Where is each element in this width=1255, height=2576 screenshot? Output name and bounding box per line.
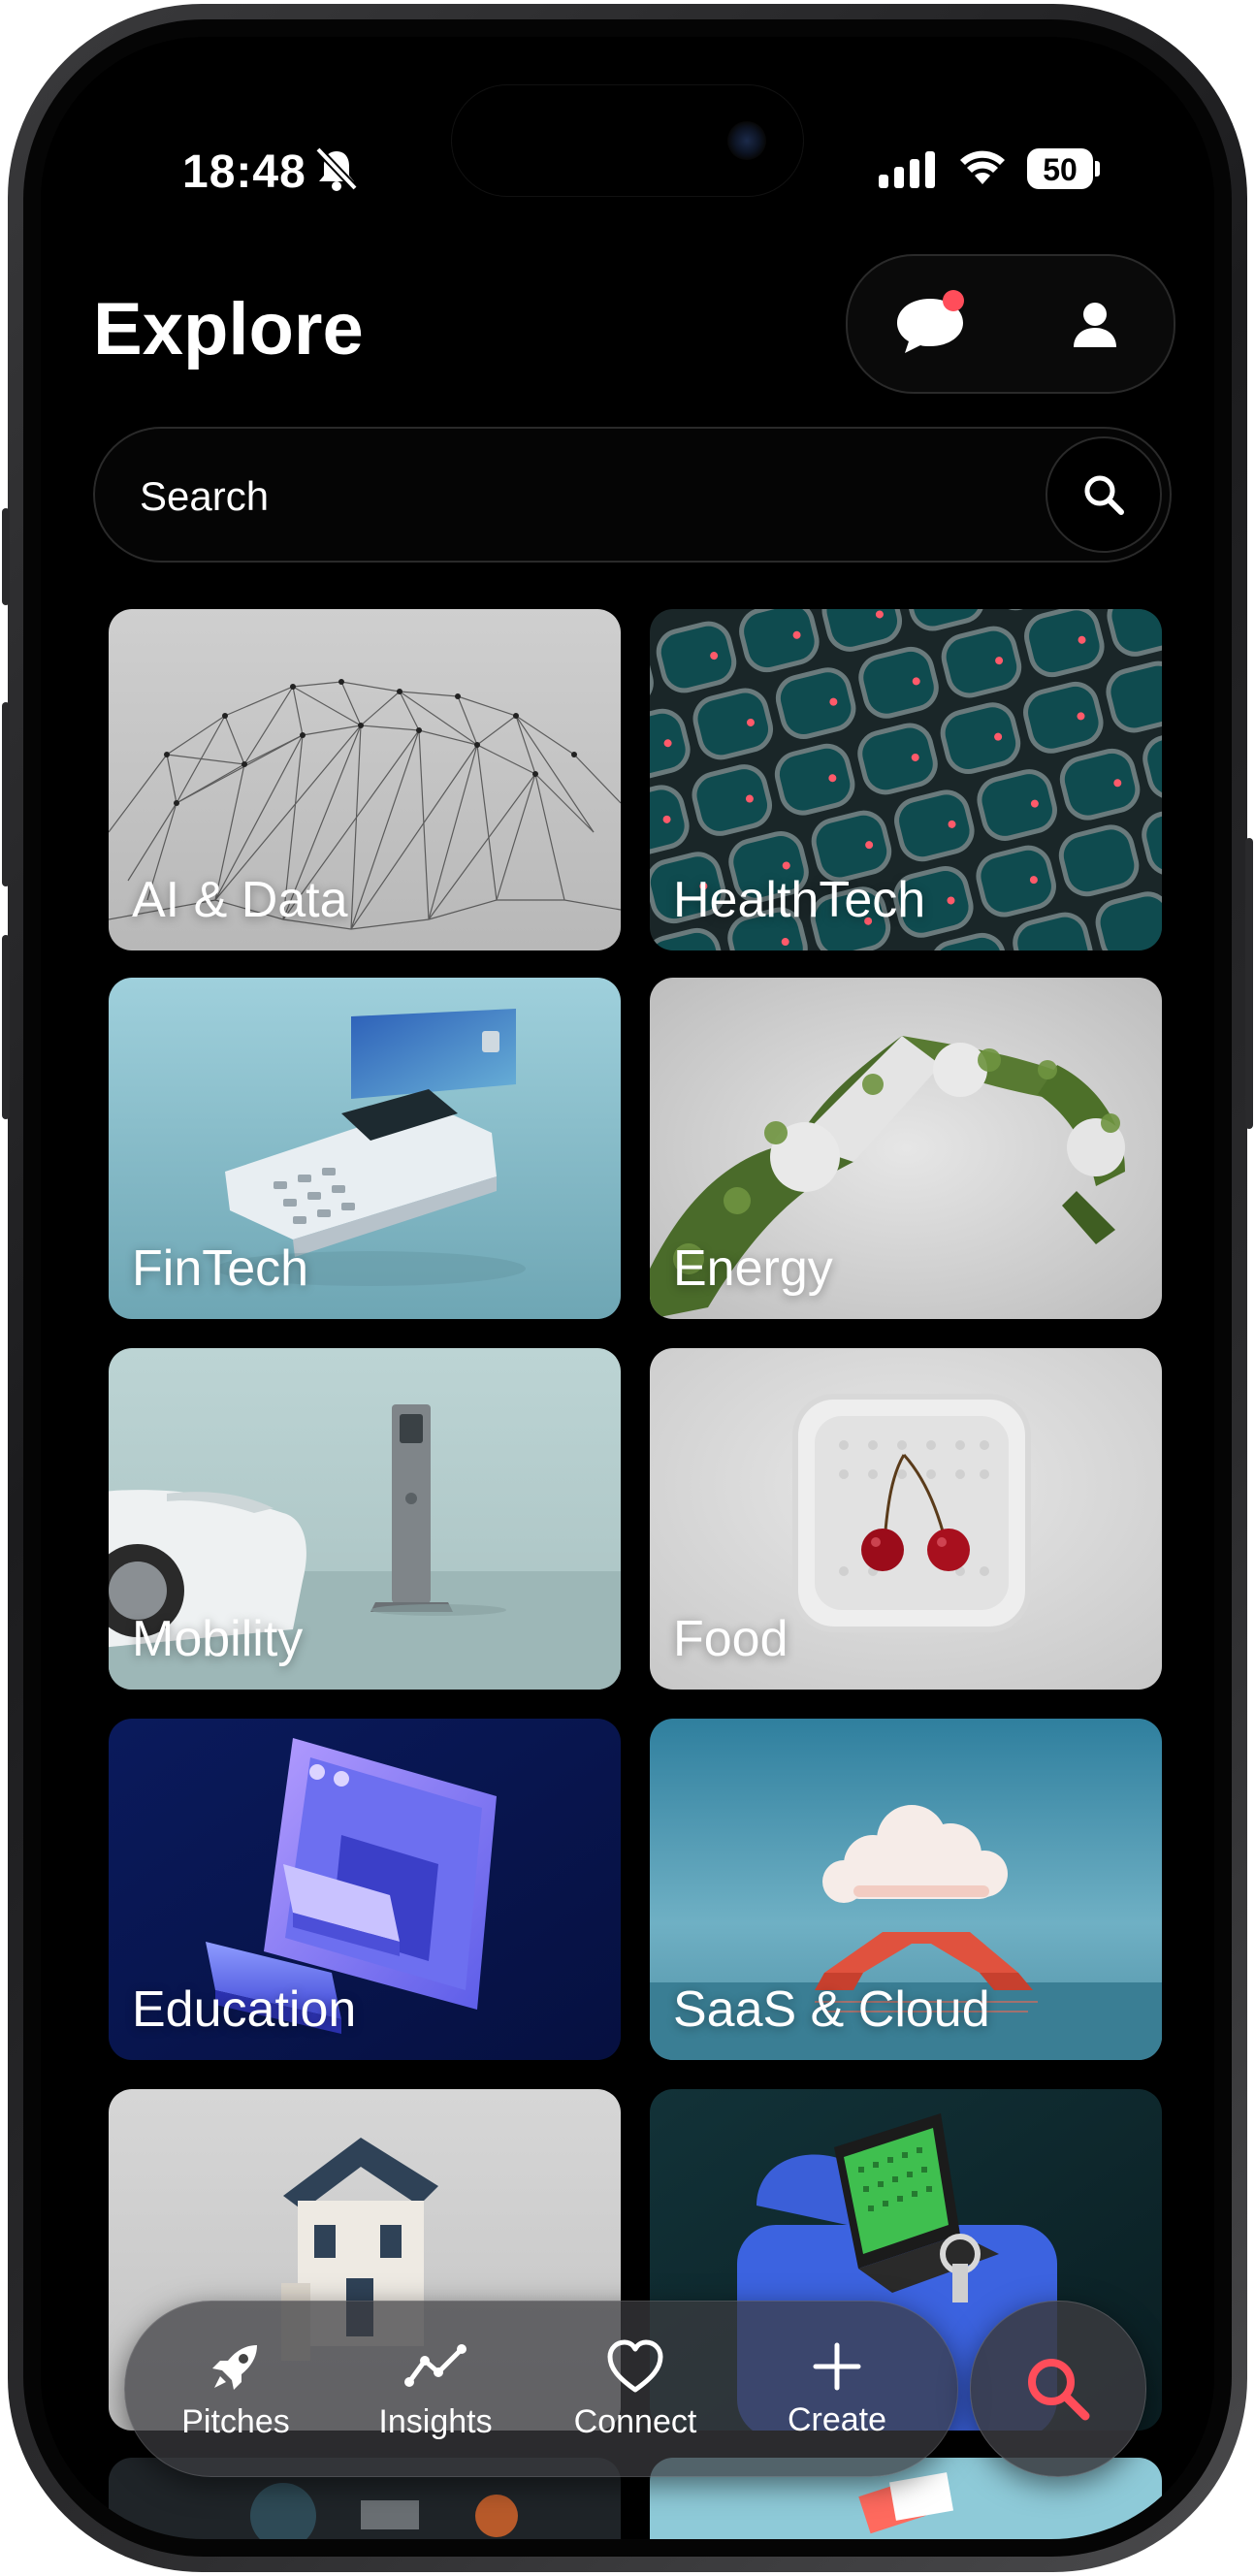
category-label: Mobility bbox=[132, 1611, 304, 1667]
volume-down-button bbox=[2, 935, 10, 1119]
category-label: Food bbox=[673, 1611, 788, 1667]
trend-line-icon bbox=[404, 2343, 467, 2387]
category-label: AI & Data bbox=[132, 872, 348, 928]
person-icon bbox=[1074, 303, 1116, 347]
search-fab-button[interactable] bbox=[970, 2301, 1146, 2477]
category-card-education[interactable]: Education bbox=[109, 1719, 621, 2060]
category-label: Education bbox=[132, 1981, 357, 2038]
messages-button[interactable] bbox=[877, 272, 983, 376]
cellular-signal-icon bbox=[879, 151, 935, 188]
search-bar bbox=[93, 427, 1172, 563]
magnifier-icon bbox=[1084, 475, 1124, 515]
status-time: 18:48 bbox=[182, 146, 306, 198]
tab-label: Pitches bbox=[181, 2402, 290, 2440]
dynamic-island bbox=[452, 85, 803, 196]
category-card-energy[interactable]: Energy bbox=[650, 978, 1162, 1319]
header-actions bbox=[846, 254, 1175, 394]
search-icon bbox=[1028, 2359, 1090, 2421]
camera-icon bbox=[727, 121, 766, 160]
tab-bar: Pitches Insights Connect Create bbox=[124, 2301, 958, 2477]
category-label: Energy bbox=[673, 1240, 833, 1297]
page-title: Explore bbox=[93, 288, 364, 370]
screen: 18:48 50 Explore Search AI & Data Health… bbox=[41, 37, 1214, 2539]
silent-switch bbox=[2, 508, 10, 605]
volume-up-button bbox=[2, 702, 10, 886]
battery-level: 50 bbox=[1043, 152, 1078, 187]
category-card-fintech[interactable]: FinTech bbox=[109, 978, 621, 1319]
plus-icon bbox=[813, 2342, 861, 2390]
tab-label: Connect bbox=[573, 2402, 697, 2440]
category-label: HealthTech bbox=[673, 872, 926, 928]
battery-icon: 50 bbox=[1027, 148, 1100, 189]
chat-bubble-icon bbox=[897, 290, 964, 353]
wifi-icon bbox=[960, 150, 1005, 184]
tab-label: Insights bbox=[378, 2402, 493, 2440]
tab-pitches[interactable]: Pitches bbox=[148, 2302, 323, 2476]
category-label: FinTech bbox=[132, 1240, 309, 1297]
phone-frame: 18:48 50 Explore Search AI & Data Health… bbox=[2, 4, 1253, 2572]
category-card-healthtech[interactable]: HealthTech bbox=[650, 609, 1162, 950]
tab-connect[interactable]: Connect bbox=[548, 2302, 723, 2476]
heart-icon bbox=[607, 2339, 663, 2392]
tab-label: Create bbox=[787, 2400, 887, 2438]
bell-slash-icon bbox=[315, 146, 358, 191]
tab-insights[interactable]: Insights bbox=[348, 2302, 523, 2476]
power-button bbox=[1245, 838, 1253, 1129]
profile-button[interactable] bbox=[1042, 272, 1148, 376]
category-card-food[interactable]: Food bbox=[650, 1348, 1162, 1690]
rocket-icon bbox=[212, 2344, 257, 2390]
search-button[interactable] bbox=[1046, 436, 1162, 553]
category-card-saas-cloud[interactable]: SaaS & Cloud bbox=[650, 1719, 1162, 2060]
category-card-ai-data[interactable]: AI & Data bbox=[109, 609, 621, 950]
category-card-mobility[interactable]: Mobility bbox=[109, 1348, 621, 1690]
tab-create[interactable]: Create bbox=[750, 2302, 924, 2476]
status-bar: 18:48 50 bbox=[41, 37, 1214, 198]
category-label: SaaS & Cloud bbox=[673, 1981, 990, 2038]
search-input[interactable] bbox=[138, 467, 1014, 526]
